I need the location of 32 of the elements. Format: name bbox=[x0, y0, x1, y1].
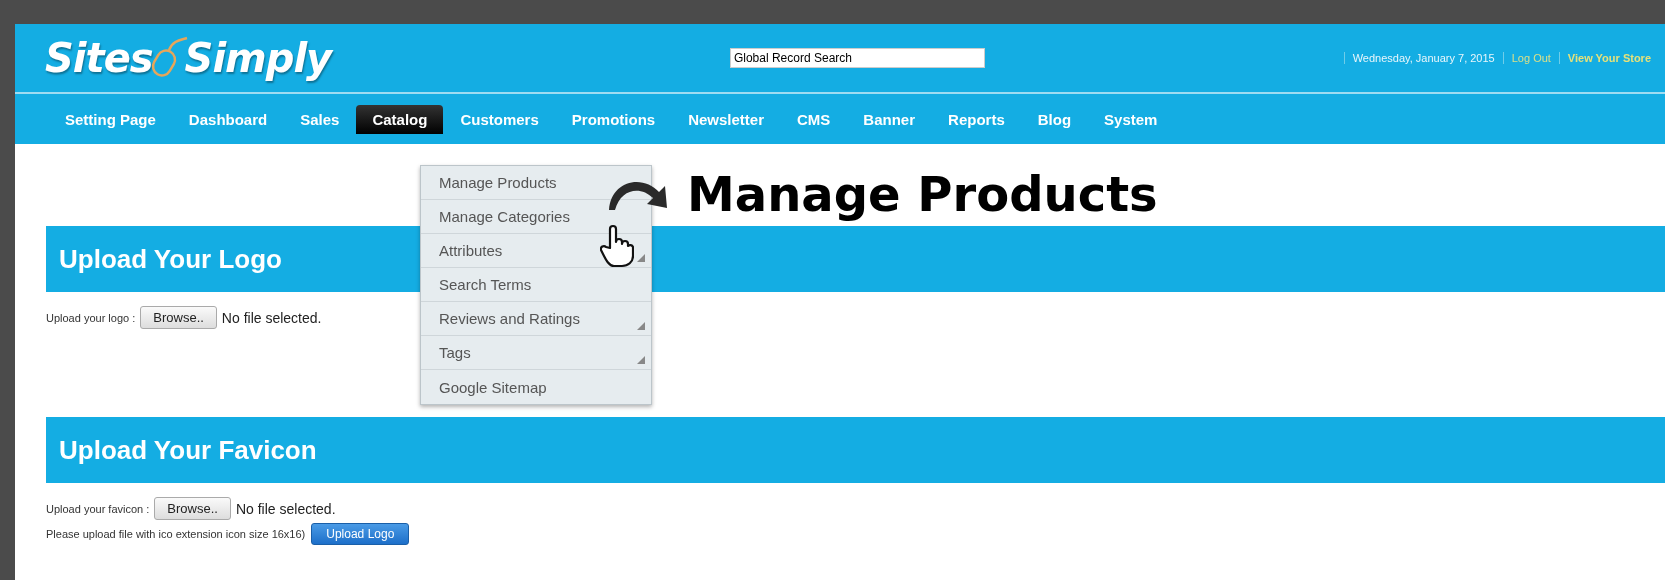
nav-tab[interactable]: Newsletter bbox=[672, 104, 780, 134]
upload-button[interactable]: Upload Logo bbox=[311, 523, 410, 545]
section-heading: Upload Your Favicon bbox=[46, 417, 1665, 483]
pointing-hand-icon bbox=[600, 224, 634, 268]
browse-button[interactable]: Browse.. bbox=[140, 306, 217, 329]
callout-text: Manage Products bbox=[687, 166, 1158, 222]
file-status: No file selected. bbox=[221, 309, 322, 326]
menu-item[interactable]: Google Sitemap bbox=[421, 370, 651, 404]
logout-link[interactable]: Log Out bbox=[1511, 52, 1551, 64]
nav-tab[interactable]: Customers bbox=[444, 104, 555, 134]
menu-item[interactable]: Search Terms bbox=[421, 268, 651, 302]
nav-tab[interactable]: Banner bbox=[847, 104, 932, 134]
menu-item[interactable]: Reviews and Ratings bbox=[421, 302, 651, 336]
nav-tab[interactable]: CMS bbox=[781, 104, 847, 134]
nav-tab[interactable]: Sales bbox=[284, 104, 356, 134]
nav-tab[interactable]: Reports bbox=[932, 104, 1021, 134]
nav-tab[interactable]: System bbox=[1088, 104, 1174, 134]
nav-tab[interactable]: Dashboard bbox=[172, 104, 284, 134]
browse-button[interactable]: Browse.. bbox=[154, 497, 231, 520]
hint-text: Please upload file with ico extension icon size 16x16) bbox=[46, 528, 306, 540]
nav-tab[interactable]: Setting Page bbox=[49, 104, 172, 134]
search-field[interactable]: Global Record Search bbox=[729, 48, 985, 68]
date-text: Wednesday, January 7, 2015 bbox=[1352, 52, 1495, 64]
nav-tab[interactable]: Promotions bbox=[555, 104, 672, 134]
menu-item[interactable]: Tags bbox=[421, 336, 651, 370]
field-label: Upload your favicon : bbox=[46, 502, 150, 515]
logo: Sites Simply bbox=[45, 35, 332, 81]
view-store-link[interactable]: View Your Store bbox=[1567, 52, 1651, 64]
file-status: No file selected. bbox=[235, 500, 336, 517]
nav-tab[interactable]: Blog bbox=[1021, 104, 1088, 134]
field-label: Upload your logo : bbox=[46, 311, 136, 324]
nav-tab[interactable]: Catalog bbox=[356, 104, 444, 134]
